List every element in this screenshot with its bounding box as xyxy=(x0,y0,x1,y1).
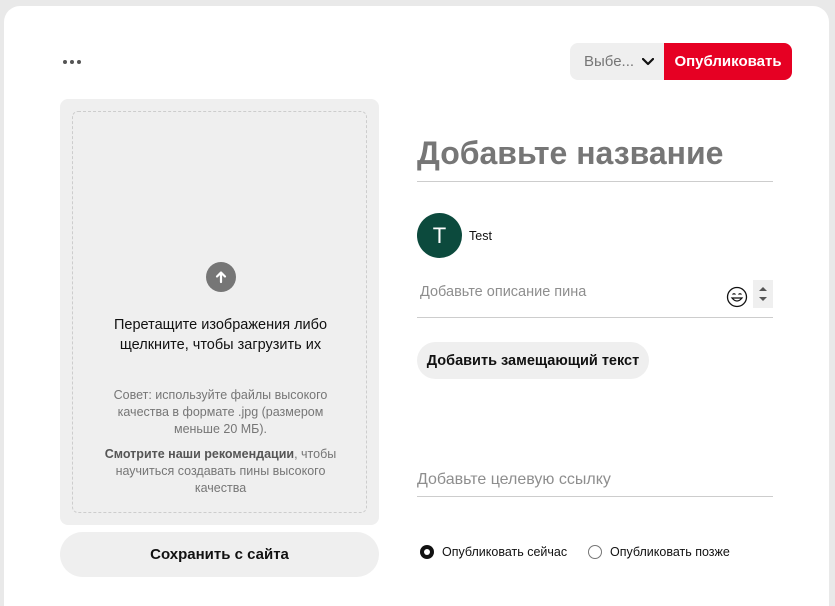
description-placeholder: Добавьте описание пина xyxy=(420,284,587,300)
board-select-label: Выбе... xyxy=(584,53,635,70)
pin-title-input[interactable]: Добавьте название xyxy=(417,130,773,182)
user-name[interactable]: Test xyxy=(469,229,492,243)
save-from-site-button[interactable]: Сохранить с сайта xyxy=(60,532,379,577)
image-upload-area[interactable]: Перетащите изображения либо щелкните, чт… xyxy=(60,99,379,525)
pin-builder-card: Выбе... Опубликовать Перетащите изображе… xyxy=(4,6,829,606)
pin-description-input[interactable]: Добавьте описание пина xyxy=(417,278,773,318)
spinner-down-icon xyxy=(759,297,767,301)
board-select-dropdown[interactable]: Выбе... xyxy=(570,43,664,80)
publish-later-option[interactable]: Опубликовать позже xyxy=(588,545,730,559)
publish-now-label: Опубликовать сейчас xyxy=(442,545,568,559)
upload-dropzone[interactable]: Перетащите изображения либо щелкните, чт… xyxy=(72,111,367,513)
emoji-icon[interactable] xyxy=(726,286,748,308)
publish-later-label: Опубликовать позже xyxy=(610,545,730,559)
spinner-up-icon xyxy=(759,287,767,291)
upload-instructions: Перетащите изображения либо щелкните, чт… xyxy=(113,317,328,353)
publish-button[interactable]: Опубликовать xyxy=(664,43,792,80)
radio-unselected-icon[interactable] xyxy=(588,545,602,559)
more-dot-icon xyxy=(70,60,74,64)
more-dot-icon xyxy=(77,60,81,64)
destination-link-input[interactable]: Добавьте целевую ссылку xyxy=(417,467,773,497)
more-dot-icon xyxy=(63,60,67,64)
avatar[interactable]: T xyxy=(417,213,462,258)
radio-selected-icon[interactable] xyxy=(420,545,434,559)
more-options-button[interactable] xyxy=(58,52,86,72)
upload-arrow-icon[interactable] xyxy=(206,262,236,292)
upload-tip: Совет: используйте файлы высокого качест… xyxy=(113,388,328,436)
publish-now-option[interactable]: Опубликовать сейчас xyxy=(420,545,567,559)
upload-recommendations: Смотрите наши рекомендации, чтобы научит… xyxy=(93,446,348,497)
chevron-down-icon xyxy=(642,56,654,68)
add-alt-text-button[interactable]: Добавить замещающий текст xyxy=(417,342,649,379)
recommendations-link[interactable]: Смотрите наши рекомендации xyxy=(105,447,294,461)
description-spinner[interactable] xyxy=(753,280,773,308)
